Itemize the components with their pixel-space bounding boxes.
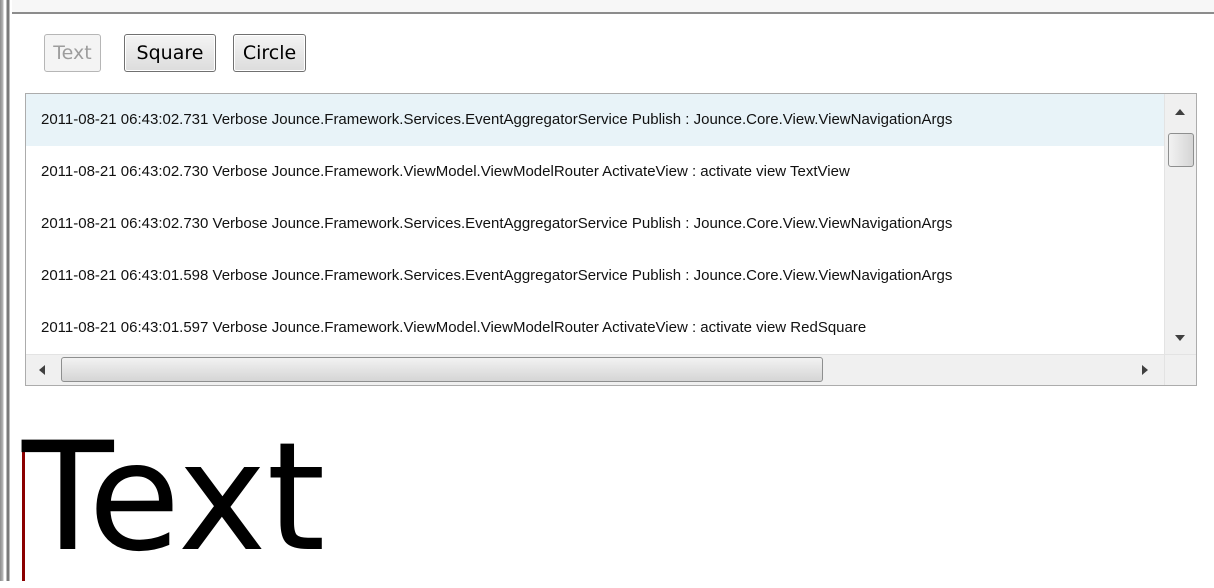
vertical-scroll-thumb[interactable]	[1168, 133, 1194, 167]
log-list-viewport: 2011-08-21 06:43:02.731 Verbose Jounce.F…	[26, 94, 1164, 354]
window-top-border	[12, 0, 1214, 14]
window-left-border	[0, 0, 12, 581]
scroll-down-arrow-icon[interactable]	[1175, 335, 1185, 341]
scroll-right-arrow-icon[interactable]	[1142, 365, 1148, 375]
scrollbar-corner	[1164, 354, 1196, 385]
log-list-box[interactable]: 2011-08-21 06:43:02.731 Verbose Jounce.F…	[25, 93, 1197, 386]
horizontal-scrollbar[interactable]	[26, 354, 1164, 385]
scroll-left-arrow-icon[interactable]	[39, 365, 45, 375]
scroll-up-arrow-icon[interactable]	[1175, 109, 1185, 115]
horizontal-scroll-thumb[interactable]	[61, 357, 823, 382]
text-view-display: Text	[22, 411, 326, 585]
log-row[interactable]: 2011-08-21 06:43:02.730 Verbose Jounce.F…	[26, 198, 1164, 250]
square-button[interactable]: Square	[124, 34, 216, 72]
vertical-scrollbar[interactable]	[1164, 94, 1196, 354]
text-button[interactable]: Text	[44, 34, 101, 72]
log-row[interactable]: 2011-08-21 06:43:01.598 Verbose Jounce.F…	[26, 250, 1164, 302]
log-row[interactable]: 2011-08-21 06:43:02.731 Verbose Jounce.F…	[26, 94, 1164, 146]
circle-button[interactable]: Circle	[233, 34, 306, 72]
log-row[interactable]: 2011-08-21 06:43:02.730 Verbose Jounce.F…	[26, 146, 1164, 198]
log-row[interactable]: 2011-08-21 06:43:01.597 Verbose Jounce.F…	[26, 302, 1164, 354]
